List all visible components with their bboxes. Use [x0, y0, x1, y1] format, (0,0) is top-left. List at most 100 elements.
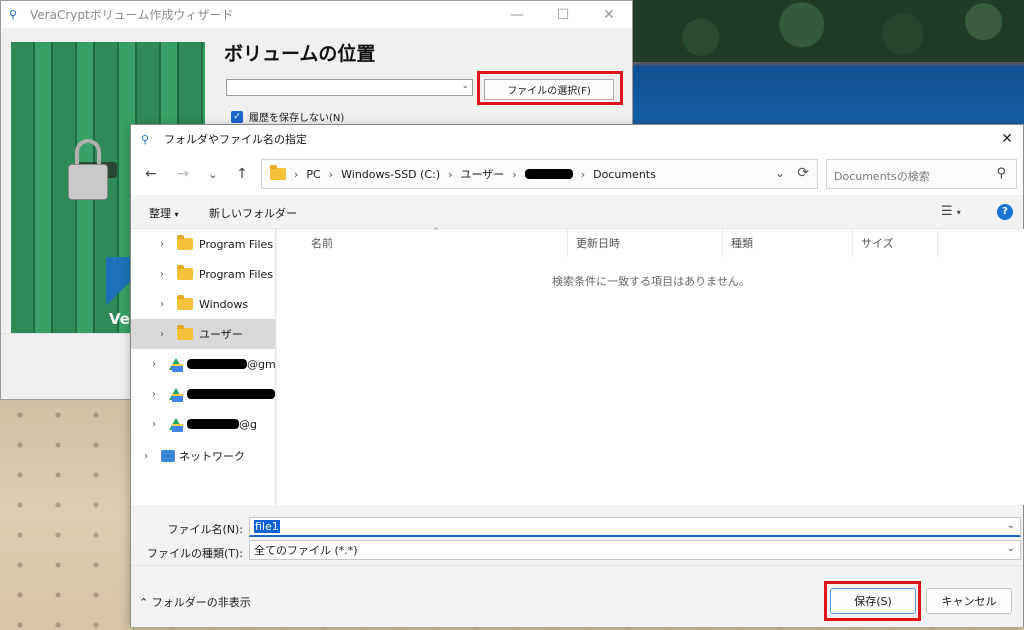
address-bar[interactable]: › PC › Windows-SSD (C:) › ユーザー › › Docum… [261, 159, 818, 189]
maximize-icon[interactable]: ☐ [540, 1, 586, 28]
filetype-select[interactable]: 全てのファイル (*.*) ⌄ [249, 540, 1021, 560]
wizard-heading: ボリュームの位置 [224, 43, 376, 65]
search-placeholder: Documentsの検索 [834, 170, 930, 183]
chevron-right-icon[interactable]: › [329, 168, 333, 181]
navigation-pane[interactable]: › Program Files › Program Files › Window… [131, 229, 276, 505]
filename-value: file1 [254, 520, 280, 533]
redacted-username [524, 169, 573, 179]
hide-folders-toggle[interactable]: ⌃ フォルダーの非表示 [139, 594, 251, 610]
refresh-icon[interactable]: ⟳ [797, 165, 809, 181]
forward-arrow-icon[interactable]: → [173, 164, 193, 184]
folder-icon [177, 235, 193, 250]
column-header-size[interactable]: サイズ [853, 229, 938, 257]
dialog-title: フォルダやファイル名の指定 [164, 133, 307, 146]
close-icon[interactable]: ✕ [586, 1, 632, 28]
chevron-right-icon[interactable]: › [149, 419, 159, 430]
navigation-bar: ← → ⌄ ↑ › PC › Windows-SSD (C:) › ユーザー ›… [131, 153, 1023, 195]
tree-item-label: ユーザー [199, 328, 243, 341]
new-folder-button[interactable]: 新しいフォルダー [209, 205, 297, 221]
filename-input[interactable]: file1 ⌄ [249, 517, 1021, 537]
wizard-title: VeraCryptボリューム作成ウィザード [30, 8, 234, 22]
tree-item-windows[interactable]: › Windows [131, 289, 275, 319]
network-icon [161, 450, 175, 462]
folder-icon [270, 165, 286, 180]
recent-locations-chevron-icon[interactable]: ⌄ [203, 164, 223, 184]
chevron-down-icon[interactable]: ⌄ [1007, 520, 1015, 531]
desktop-wallpaper-trees [620, 0, 1024, 62]
breadcrumb-drive[interactable]: Windows-SSD (C:) [341, 168, 440, 181]
tree-item-google-drive-2[interactable]: › [131, 379, 275, 409]
empty-folder-message: 検索条件に一致する項目はありません。 [552, 275, 750, 288]
tree-item-label: Program Files [199, 267, 274, 281]
wizard-window-controls: — ☐ ✕ [494, 1, 632, 28]
no-history-checkbox[interactable]: ✓ 履歴を保存しない(N) [231, 109, 344, 124]
folder-icon [177, 295, 193, 310]
volume-path-combo[interactable]: ⌄ [226, 79, 473, 96]
google-drive-icon [169, 358, 183, 372]
tree-item-label: Windows [199, 297, 249, 311]
breadcrumb-documents[interactable]: Documents [593, 168, 656, 181]
chevron-right-icon[interactable]: › [512, 168, 516, 181]
redacted-account [187, 359, 247, 369]
view-options-icon[interactable]: ☰ ▾ [941, 204, 961, 219]
veracrypt-logo-icon: ⚲ [9, 8, 18, 21]
chevron-right-icon[interactable]: › [141, 451, 151, 462]
tree-item-google-drive-3[interactable]: › @g [131, 409, 275, 439]
chevron-down-icon[interactable]: ⌄ [1007, 543, 1015, 554]
chevron-right-icon[interactable]: › [157, 239, 167, 250]
highlight-select-file [477, 71, 623, 105]
help-icon[interactable]: ? [997, 204, 1013, 220]
tree-item-google-drive-1[interactable]: › @gm [131, 349, 276, 379]
search-icon: ⚲ [996, 166, 1006, 181]
filetype-value: 全てのファイル (*.*) [254, 544, 358, 557]
chevron-right-icon[interactable]: › [294, 168, 298, 181]
tree-item-label: ネットワーク [179, 450, 245, 463]
up-arrow-icon[interactable]: ↑ [232, 164, 252, 184]
breadcrumb-pc[interactable]: PC [306, 168, 320, 181]
file-list[interactable]: ⌃ 名前 更新日時 種類 サイズ 検索条件に一致する項目はありません。 [277, 227, 1024, 505]
no-history-label: 履歴を保存しない(N) [249, 113, 345, 124]
organize-label: 整理 [149, 207, 171, 220]
tree-item-program-files[interactable]: › Program Files [131, 229, 275, 259]
filename-label: ファイル名(N): [167, 523, 243, 536]
redacted-account [187, 419, 239, 429]
folder-icon [177, 325, 193, 340]
veracrypt-logo-icon: ⚲ [141, 132, 150, 146]
chevron-right-icon[interactable]: › [149, 389, 159, 400]
folder-icon [177, 265, 193, 280]
google-drive-icon [169, 388, 183, 402]
back-arrow-icon[interactable]: ← [141, 164, 161, 184]
file-form-area: ファイル名(N): file1 ⌄ ファイルの種類(T): 全てのファイル (*… [131, 505, 1023, 565]
filetype-label: ファイルの種類(T): [146, 547, 243, 560]
redacted-account [187, 389, 275, 399]
chevron-down-icon: ⌄ [461, 81, 469, 91]
brand-text: Ve [109, 310, 130, 328]
breadcrumb-users[interactable]: ユーザー [461, 166, 505, 182]
tree-item-users[interactable]: › ユーザー [131, 319, 275, 349]
search-box[interactable]: Documentsの検索 ⚲ [826, 159, 1017, 189]
chevron-up-icon: ⌃ [139, 596, 149, 609]
checkmark-icon: ✓ [231, 110, 243, 123]
highlight-save-button [824, 581, 921, 621]
column-header-name[interactable]: 名前 [303, 229, 568, 257]
column-header-modified[interactable]: 更新日時 [568, 229, 723, 257]
caret-down-icon: ▾ [174, 210, 179, 219]
padlock-icon [68, 164, 108, 200]
chevron-right-icon[interactable]: › [157, 299, 167, 310]
chevron-right-icon[interactable]: › [149, 359, 159, 370]
cancel-button[interactable]: キャンセル [926, 588, 1012, 614]
dialog-titlebar: ⚲ フォルダやファイル名の指定 ✕ [131, 125, 1023, 153]
chevron-right-icon[interactable]: › [157, 329, 167, 340]
chevron-right-icon[interactable]: › [448, 168, 452, 181]
minimize-icon[interactable]: — [494, 1, 540, 28]
address-dropdown-icon[interactable]: ⌄ [775, 166, 785, 180]
close-icon[interactable]: ✕ [997, 129, 1017, 149]
google-drive-icon [169, 418, 183, 432]
chevron-right-icon[interactable]: › [157, 269, 167, 280]
column-header-type[interactable]: 種類 [723, 229, 853, 257]
tree-item-network[interactable]: › ネットワーク [131, 441, 275, 471]
tree-item-program-files-x86[interactable]: › Program Files [131, 259, 275, 289]
organize-button[interactable]: 整理 ▾ [149, 205, 179, 221]
chevron-right-icon[interactable]: › [581, 168, 585, 181]
tree-item-label: @gm [247, 357, 276, 371]
